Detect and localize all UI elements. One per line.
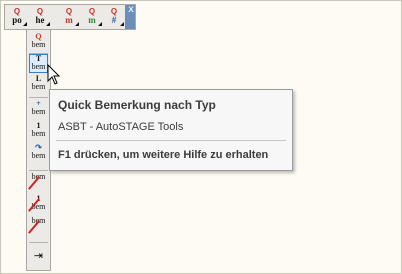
- bem-delete-number-button[interactable]: 1 bem: [28, 195, 48, 214]
- separator: [29, 170, 48, 171]
- dropdown-arrow-icon: [120, 22, 124, 26]
- bem-rotate-button[interactable]: ↷ bem: [29, 144, 48, 163]
- quick-bem-button[interactable]: Q bem: [29, 33, 48, 52]
- dropdown-arrow-icon: [98, 22, 102, 26]
- bem-add-button[interactable]: + bem: [29, 100, 48, 119]
- insert-button[interactable]: ⇥: [29, 247, 48, 266]
- tooltip-title: Quick Bemerkung nach Typ: [58, 98, 216, 112]
- dropdown-arrow-icon: [23, 22, 27, 26]
- tooltip-source: ASBT - AutoSTAGE Tools: [58, 121, 184, 133]
- top-toolbar: Q po Q he Q m Q m Q # x: [4, 4, 136, 30]
- canvas-area: Q po Q he Q m Q m Q # x Q bem T bem L be…: [0, 0, 402, 274]
- separator: [29, 242, 48, 243]
- toolbar-button-m-green[interactable]: Q m: [82, 8, 102, 26]
- tooltip-help-text: F1 drücken, um weitere Hilfe zu erhalten: [58, 149, 269, 161]
- toolbar-button-m-red[interactable]: Q m: [59, 8, 79, 26]
- dropdown-arrow-icon: [46, 22, 50, 26]
- tooltip: Quick Bemerkung nach Typ ASBT - AutoSTAG…: [49, 89, 293, 171]
- toolbar-button-he[interactable]: Q he: [30, 8, 50, 26]
- button-label: bem: [31, 82, 46, 91]
- toolbar-button-po[interactable]: Q po: [7, 8, 27, 26]
- bem-remove-button[interactable]: bem: [28, 217, 48, 236]
- mouse-cursor-icon: [47, 64, 61, 85]
- button-label: bem: [31, 40, 46, 49]
- bem-number-button[interactable]: 1 bem: [29, 122, 48, 141]
- bem-l-button[interactable]: L bem: [29, 75, 48, 94]
- button-label: bem: [31, 129, 46, 138]
- insert-icon: ⇥: [33, 249, 44, 262]
- button-label: bem: [31, 107, 46, 116]
- separator: [29, 97, 48, 98]
- button-label: bem: [31, 151, 46, 160]
- toolbar-title-strip[interactable]: x: [125, 4, 135, 29]
- quick-bem-type-button[interactable]: T bem: [29, 54, 48, 73]
- toolbar-button-number[interactable]: Q #: [104, 8, 124, 26]
- button-label: bem: [31, 62, 46, 71]
- tooltip-divider: [56, 140, 286, 141]
- bem-delete-button[interactable]: bem: [28, 173, 48, 192]
- dropdown-arrow-icon: [75, 22, 79, 26]
- close-icon[interactable]: x: [128, 4, 134, 16]
